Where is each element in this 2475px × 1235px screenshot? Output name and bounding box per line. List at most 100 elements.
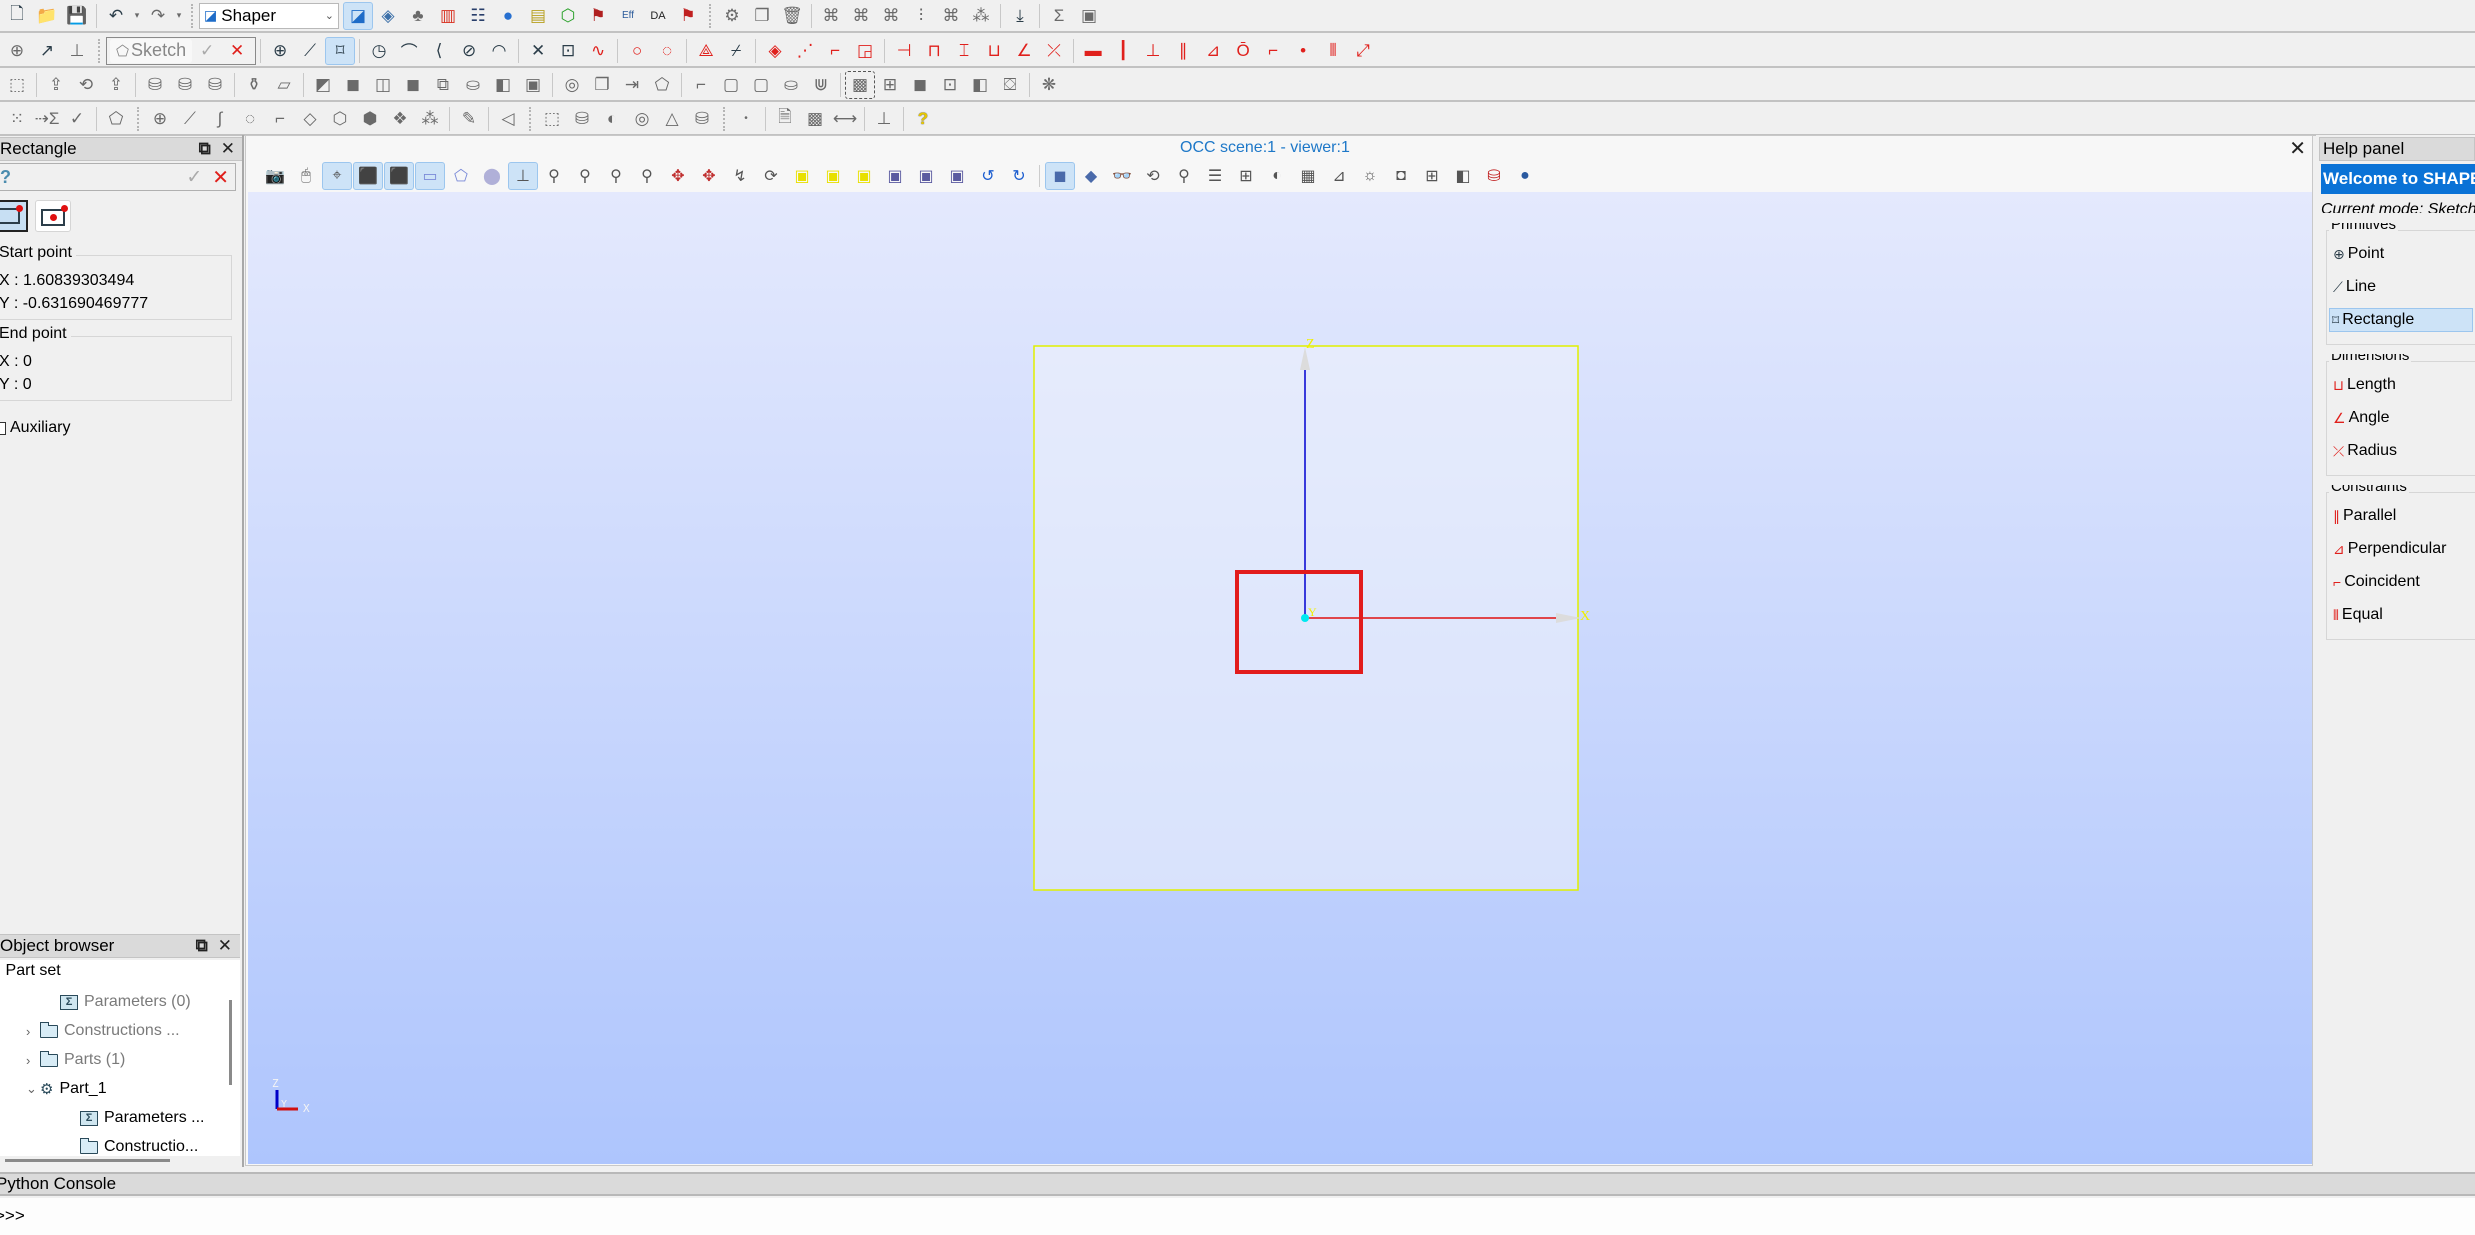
heal-icon[interactable]: ❋ xyxy=(1034,71,1064,99)
horizontal-icon[interactable]: ▬ xyxy=(1078,37,1108,65)
synchronize-icon[interactable]: ☼ xyxy=(1355,162,1385,190)
copy-icon[interactable]: ❐ xyxy=(747,2,777,30)
offset-icon[interactable]: ◲ xyxy=(850,37,880,65)
help-item-length[interactable]: ⊔ Length xyxy=(2331,373,2475,397)
dot-icon[interactable]: • xyxy=(731,105,761,133)
clipping-icon[interactable]: ⊞ xyxy=(1231,162,1261,190)
help-item-radius[interactable]: ⤫ Radius xyxy=(2331,439,2475,463)
tree-item[interactable]: ◦Part set xyxy=(0,962,61,980)
trihedron-icon[interactable]: ⊥ xyxy=(508,162,538,190)
environment-icon[interactable]: ◧ xyxy=(1448,162,1478,190)
right-view-icon[interactable]: ▣ xyxy=(942,162,972,190)
tangent-icon[interactable]: Ō xyxy=(1228,37,1258,65)
sketch-abort-icon[interactable]: ✕ xyxy=(222,37,252,65)
zooming-style-icon[interactable]: ⌖ xyxy=(322,162,352,190)
bottom-view-icon[interactable]: ▣ xyxy=(880,162,910,190)
tree-vertical-scrollbar[interactable] xyxy=(229,1000,232,1085)
compsolid-icon[interactable]: ⬡ xyxy=(325,105,355,133)
auxiliary-checkbox-row[interactable]: Auxiliary xyxy=(0,419,70,437)
memorize-view-icon[interactable]: ⚲ xyxy=(1169,162,1199,190)
groove-icon[interactable]: ⋓ xyxy=(806,71,836,99)
scaling-icon[interactable]: ◐ xyxy=(1262,162,1292,190)
graduated-axes-icon[interactable]: ▦ xyxy=(1293,162,1323,190)
start-point-x[interactable]: X : 1.60839303494 xyxy=(0,272,134,290)
chamfer-icon[interactable]: ▢ xyxy=(716,71,746,99)
tree-item[interactable]: Σ Parameters ... xyxy=(80,1109,204,1127)
start-point-y[interactable]: Y : -0.631690469777 xyxy=(0,295,148,313)
hexablock-icon[interactable]: ⬡ xyxy=(553,2,583,30)
left-view-icon[interactable]: ▣ xyxy=(911,162,941,190)
collinear-icon[interactable]: ⤢ xyxy=(1348,37,1378,65)
group-intersect-icon[interactable]: ⌘ xyxy=(876,2,906,30)
shape-icon-3[interactable]: ⊡ xyxy=(935,71,965,99)
orthographic-icon[interactable]: ◼ xyxy=(1045,162,1075,190)
shape-icon-4[interactable]: ◧ xyxy=(965,71,995,99)
common-icon[interactable]: ◫ xyxy=(368,71,398,99)
clockwise-icon[interactable]: ↻ xyxy=(1004,162,1034,190)
compound-icon[interactable]: ⬢ xyxy=(355,105,385,133)
expand-icon[interactable]: › xyxy=(26,1053,30,1068)
plane-icon[interactable]: ⊥ xyxy=(869,105,899,133)
trim-icon[interactable]: ⊡ xyxy=(553,37,583,65)
projection-icon[interactable]: ⟁ xyxy=(691,37,721,65)
help-question-icon[interactable]: ? xyxy=(0,167,11,188)
ok-check-icon[interactable]: ✓ xyxy=(186,166,202,189)
tree-horizontal-scrollbar[interactable] xyxy=(5,1159,170,1162)
intersect-icon[interactable]: ⧉ xyxy=(428,71,458,99)
mesh-icon[interactable]: ♣ xyxy=(403,2,433,30)
measurement-icon[interactable]: ⟷ xyxy=(830,105,860,133)
rectangle-type-center-button[interactable] xyxy=(35,200,71,232)
point-cloud-icon[interactable]: ⁙ xyxy=(2,105,32,133)
shape-icon-1[interactable]: ⊞ xyxy=(875,71,905,99)
remove-sub-icon[interactable]: ❐ xyxy=(587,71,617,99)
subshapes-icon[interactable]: ✎ xyxy=(454,105,484,133)
post-pro-icon[interactable]: ▥ xyxy=(433,2,463,30)
origin-point[interactable] xyxy=(1301,614,1309,622)
point-icon[interactable]: ⊕ xyxy=(265,37,295,65)
spline-icon[interactable]: ∿ xyxy=(583,37,613,65)
revolution-icon[interactable]: ⟲ xyxy=(71,71,101,99)
expand-icon[interactable]: › xyxy=(26,1024,30,1039)
fillet-icon[interactable]: ⌐ xyxy=(820,37,850,65)
import-icon[interactable]: ⤓ xyxy=(1005,2,1035,30)
top-view-icon[interactable]: ▣ xyxy=(849,162,879,190)
tree-item[interactable]: › Parts (1) xyxy=(26,1050,125,1069)
cut-icon[interactable]: ◩ xyxy=(308,71,338,99)
float-icon[interactable]: ⧉ xyxy=(199,139,211,159)
open-folder-icon[interactable]: 📁 xyxy=(32,2,62,30)
fillet-3d-icon[interactable]: ⌐ xyxy=(686,71,716,99)
geometry-icon[interactable]: ◈ xyxy=(373,2,403,30)
rotation-point-icon[interactable]: ↯ xyxy=(725,162,755,190)
fixed-icon[interactable]: ⊥ xyxy=(1138,37,1168,65)
help-item-point[interactable]: ⊕ Point xyxy=(2331,242,2475,266)
box-prim-icon[interactable]: ⬚ xyxy=(537,105,567,133)
front-view-icon[interactable]: ▣ xyxy=(787,162,817,190)
fit-selection-icon[interactable]: ⚲ xyxy=(601,162,631,190)
shape-icon-5[interactable]: ⛋ xyxy=(995,71,1025,99)
tree-item[interactable]: › Constructions ... xyxy=(26,1021,180,1040)
solid-icon[interactable]: ◇ xyxy=(295,105,325,133)
dashed-circle-icon[interactable]: ◌ xyxy=(652,37,682,65)
rectangle-type-corners-button[interactable] xyxy=(0,200,28,232)
global-pan-icon[interactable]: ✥ xyxy=(694,162,724,190)
torus-prim-icon[interactable]: ◎ xyxy=(627,105,657,133)
midpoint-icon[interactable]: • xyxy=(1288,37,1318,65)
circle-constr-icon[interactable]: ○ xyxy=(622,37,652,65)
rectangle-selection-icon[interactable]: ▭ xyxy=(415,162,445,190)
shaper-icon[interactable]: ◪ xyxy=(343,1,373,30)
dock-splitter[interactable] xyxy=(242,135,244,1167)
anticlockwise-icon[interactable]: ↺ xyxy=(973,162,1003,190)
multi-selection-icon[interactable]: ▩ xyxy=(845,70,875,99)
union-icon[interactable]: ◎ xyxy=(557,71,587,99)
recover-icon[interactable]: ⇥ xyxy=(617,71,647,99)
material-icon[interactable]: ▩ xyxy=(800,105,830,133)
export-icon[interactable]: 🗎 xyxy=(770,105,800,133)
python-console[interactable]: >>> xyxy=(0,1198,2475,1235)
close-icon[interactable]: ✕ xyxy=(218,936,232,956)
line-icon[interactable]: ⟋ xyxy=(295,37,325,65)
new-document-icon[interactable]: 🗋 xyxy=(2,2,32,30)
group-icon[interactable]: ⌘ xyxy=(816,2,846,30)
sum-icon[interactable]: Σ xyxy=(1044,2,1074,30)
polygon-selection-icon[interactable]: ⬠ xyxy=(446,162,476,190)
vertical-distance-icon[interactable]: ⊓ xyxy=(919,37,949,65)
